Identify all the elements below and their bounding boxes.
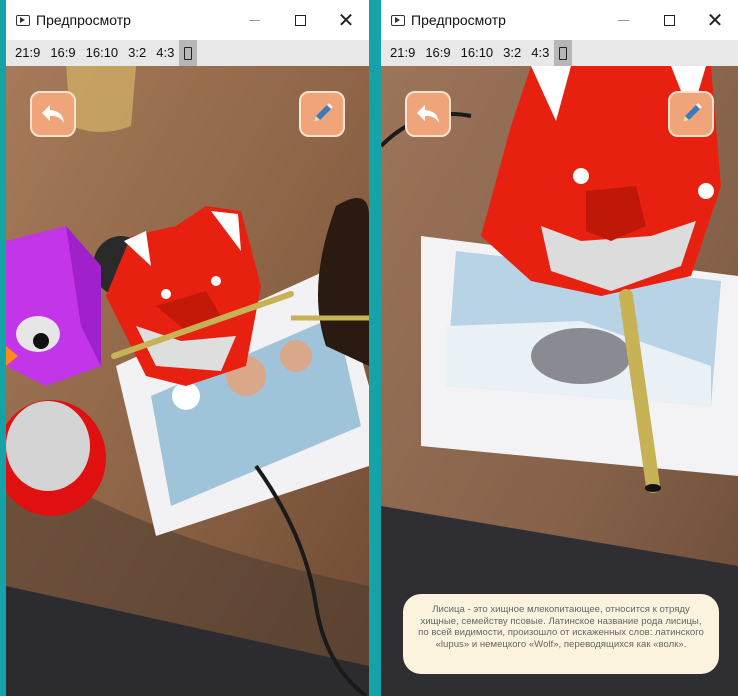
ratio-portrait[interactable] [554, 40, 573, 66]
aspect-ratio-toolbar: 21:9 16:9 16:10 3:2 4:3 [381, 40, 738, 66]
minimize-button[interactable] [600, 0, 646, 40]
title-bar[interactable]: Предпросмотр ✕ [381, 0, 738, 40]
app-preview-icon [16, 14, 30, 26]
ratio-3-2[interactable]: 3:2 [123, 40, 151, 66]
glass-object [66, 66, 136, 132]
ratio-4-3[interactable]: 4:3 [526, 40, 554, 66]
ratio-16-9[interactable]: 16:9 [45, 40, 80, 66]
minimize-icon [617, 19, 629, 21]
edit-button[interactable] [299, 91, 345, 137]
title-bar[interactable]: Предпросмотр ✕ [6, 0, 369, 40]
close-icon: ✕ [337, 8, 355, 32]
ar-scene [6, 66, 369, 696]
back-button[interactable] [30, 91, 76, 137]
preview-window-right: Предпросмотр ✕ 21:9 16:9 16:10 3:2 4:3 Л… [381, 0, 738, 696]
back-arrow-icon [417, 105, 439, 123]
window-title: Предпросмотр [411, 12, 506, 28]
aspect-ratio-toolbar: 21:9 16:9 16:10 3:2 4:3 [6, 40, 369, 66]
preview-window-left: Предпросмотр ✕ 21:9 16:9 16:10 3:2 4:3 [6, 0, 369, 696]
back-arrow-icon [42, 105, 64, 123]
ratio-21-9[interactable]: 21:9 [385, 40, 420, 66]
ratio-21-9[interactable]: 21:9 [10, 40, 45, 66]
ar-camera-view: Лисица - это хищное млекопитающее, относ… [381, 66, 738, 696]
window-title: Предпросмотр [36, 12, 131, 28]
ratio-16-10[interactable]: 16:10 [81, 40, 124, 66]
app-preview-icon [391, 14, 405, 26]
maximize-icon [294, 14, 306, 26]
fox-info-panel: Лисица - это хищное млекопитающее, относ… [403, 594, 719, 674]
back-button[interactable] [405, 91, 451, 137]
minimize-icon [248, 19, 260, 21]
ratio-portrait[interactable] [179, 40, 198, 66]
minimize-button[interactable] [231, 0, 277, 40]
pencil-icon [314, 103, 333, 122]
phone-portrait-icon [559, 47, 568, 61]
pencil-icon [683, 103, 702, 122]
ratio-3-2[interactable]: 3:2 [498, 40, 526, 66]
ratio-16-10[interactable]: 16:10 [456, 40, 499, 66]
fox-photo [531, 328, 631, 384]
maximize-button[interactable] [277, 0, 323, 40]
close-button[interactable]: ✕ [692, 0, 738, 40]
ratio-4-3[interactable]: 4:3 [151, 40, 179, 66]
close-icon: ✕ [706, 8, 724, 32]
maximize-button[interactable] [646, 0, 692, 40]
edit-button[interactable] [668, 91, 714, 137]
ratio-16-9[interactable]: 16:9 [420, 40, 455, 66]
close-button[interactable]: ✕ [323, 0, 369, 40]
ar-camera-view [6, 66, 369, 696]
phone-portrait-icon [184, 47, 193, 61]
maximize-icon [663, 14, 675, 26]
